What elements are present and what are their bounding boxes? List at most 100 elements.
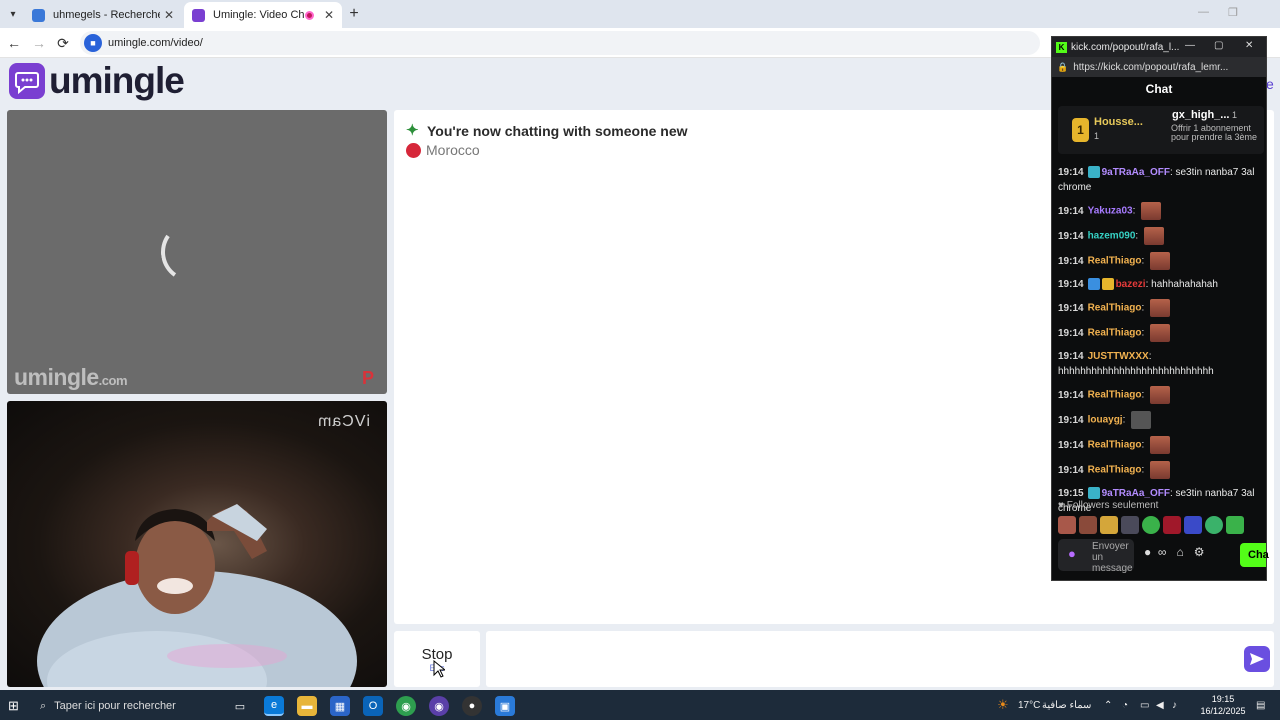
tab-title: Umingle: Video Chat with St: [213, 9, 305, 21]
chrome-icon[interactable]: ◉: [396, 696, 416, 716]
search-icon: ⌕: [40, 699, 47, 712]
store-icon[interactable]: ▦: [330, 696, 350, 716]
emote-icon[interactable]: [1142, 516, 1160, 534]
weather-icon: ☀: [997, 697, 1009, 712]
popout-url-bar[interactable]: 🔒 https://kick.com/popout/rafa_lemr...: [1052, 57, 1266, 77]
new-tab-button[interactable]: +: [344, 4, 364, 24]
tab-title: uhmegels - Recherche: [53, 9, 160, 21]
close-icon[interactable]: ✕: [1245, 40, 1253, 51]
emote-icon[interactable]: [1121, 516, 1139, 534]
tab-uhmegels[interactable]: uhmegels - Recherche ✕: [24, 2, 182, 28]
site-logo-text[interactable]: umingle: [49, 60, 185, 102]
emote-icon[interactable]: [1058, 516, 1076, 534]
sub-badge-icon: [1087, 278, 1100, 291]
reload-icon[interactable]: ⟳: [53, 33, 73, 53]
chat-status: ✦ You're now chatting with someone new: [406, 123, 688, 140]
video-watermark: umingle.com: [14, 364, 128, 390]
umingle-logo-icon[interactable]: [9, 63, 45, 99]
stop-button[interactable]: Stop Esc: [394, 631, 480, 687]
mouse-cursor: [433, 660, 445, 678]
maximize-icon[interactable]: ❐: [1228, 6, 1238, 19]
chrome-profile-icon[interactable]: ◉: [429, 696, 449, 716]
chevron-up-icon[interactable]: ⌃: [1104, 700, 1112, 711]
close-tab-icon[interactable]: ✕: [324, 8, 334, 22]
close-tab-icon[interactable]: ✕: [164, 8, 174, 22]
kick-logo-icon: K: [1056, 41, 1067, 53]
emote-icon[interactable]: [1100, 516, 1118, 534]
header-link-partial[interactable]: e: [1266, 76, 1274, 92]
chat-message: 19:14 9aTRaAa_OFF: se3tin nanba7 3al chro…: [1058, 166, 1255, 193]
message-input[interactable]: [486, 631, 1274, 687]
chat-message: 19:14 RealThiago:: [1058, 324, 1258, 342]
outlook-icon[interactable]: O: [363, 696, 383, 716]
emote-icon[interactable]: [1226, 516, 1244, 534]
emote-icon[interactable]: [1163, 516, 1181, 534]
maximize-icon[interactable]: ▢: [1214, 40, 1223, 51]
umingle-tab-icon: [192, 8, 205, 22]
stranger-country: Morocco: [406, 142, 480, 158]
emote-icon[interactable]: [1079, 516, 1097, 534]
chat-message: 19:14 RealThiago:: [1058, 299, 1258, 317]
emote-bar: [1058, 516, 1266, 536]
emote-icon: [1150, 461, 1171, 479]
pinned-user: Housse...: [1094, 116, 1143, 128]
taskbar-search-placeholder: Taper ici pour rechercher: [54, 700, 176, 712]
emote-icon: [1141, 202, 1162, 220]
morocco-flag-icon: [406, 142, 421, 158]
infinity-icon[interactable]: ∞: [1158, 545, 1167, 559]
task-view-icon[interactable]: ▭: [230, 696, 250, 716]
windows-start-icon[interactable]: ⊞: [8, 698, 19, 714]
send-button[interactable]: [1244, 646, 1270, 672]
popout-url: https://kick.com/popout/rafa_lemr...: [1073, 61, 1229, 73]
chat-message: 19:14 RealThiago:: [1058, 436, 1258, 454]
emote-icon[interactable]: [1184, 516, 1202, 534]
taskbar-search[interactable]: ⌕ Taper ici pour rechercher: [36, 692, 222, 720]
emote-icon: [1150, 324, 1171, 342]
send-icon: [1250, 653, 1264, 665]
notification-icon[interactable]: ▤: [1256, 700, 1265, 711]
country-name: Morocco: [426, 142, 480, 158]
chat-message: 19:14 louaygj:: [1058, 411, 1258, 429]
emote-icon[interactable]: [1205, 516, 1223, 534]
gear-icon[interactable]: ⚙: [1194, 545, 1205, 559]
recording-icon: [304, 10, 314, 20]
chat-message: 19:14 RealThiago:: [1058, 386, 1258, 404]
site-info-icon[interactable]: ■: [84, 34, 102, 52]
sub-badge-icon: [1087, 166, 1100, 179]
tab-umingle[interactable]: Umingle: Video Chat with St ✕: [184, 2, 342, 28]
report-flag-icon[interactable]: P: [362, 368, 374, 389]
popout-title: kick.com/popout/rafa_l...: [1071, 41, 1180, 53]
emote-icon: [1150, 252, 1171, 270]
microphone-icon[interactable]: ●: [1068, 546, 1082, 564]
chat-message: 19:14 hazem090:: [1058, 227, 1258, 245]
edge-browser-icon[interactable]: e: [264, 696, 284, 716]
address-bar[interactable]: ■ umingle.com/video/: [80, 31, 1040, 55]
users-icon[interactable]: ●: [1144, 545, 1151, 559]
emote-icon: [1131, 411, 1152, 429]
back-arrow-icon[interactable]: ←: [4, 33, 24, 53]
speaker-icon[interactable]: ◀: [1156, 700, 1164, 711]
emote-icon: [1143, 227, 1164, 245]
chat-messages: 19:14 9aTRaAa_OFF: se3tin nanba7 3al chro…: [1058, 165, 1258, 523]
chat-status-text: You're now chatting with someone new: [427, 123, 688, 139]
taskbar-clock[interactable]: 19:15 16/12/2025: [1196, 693, 1250, 717]
lock-icon: 🔒: [1057, 61, 1069, 72]
battery-icon[interactable]: ▭: [1140, 700, 1149, 711]
volume-icon[interactable]: ♪: [1172, 700, 1177, 711]
minimize-icon[interactable]: —: [1185, 40, 1195, 51]
weather-text[interactable]: سماء صافية: [1042, 700, 1091, 711]
file-explorer-icon[interactable]: ▬: [297, 696, 317, 716]
store-icon[interactable]: ⌂: [1177, 545, 1184, 559]
chat-send-button[interactable]: Cha: [1240, 543, 1269, 567]
tab-search-icon[interactable]: ▾: [4, 5, 22, 23]
followers-only-notice: ♥ Followers seulement: [1058, 500, 1159, 511]
obs-icon[interactable]: ●: [462, 696, 482, 716]
weather-temp[interactable]: 17°C: [1018, 700, 1040, 711]
ivcam-watermark: iVCam: [317, 413, 371, 430]
sub-badge-icon: [1087, 487, 1100, 500]
chat-message: 19:14 RealThiago:: [1058, 252, 1258, 270]
forward-arrow-icon[interactable]: →: [29, 33, 49, 53]
minimize-icon[interactable]: —: [1198, 6, 1209, 18]
network-icon[interactable]: ◔: [1122, 700, 1128, 711]
ivcam-icon[interactable]: ▣: [495, 696, 515, 716]
